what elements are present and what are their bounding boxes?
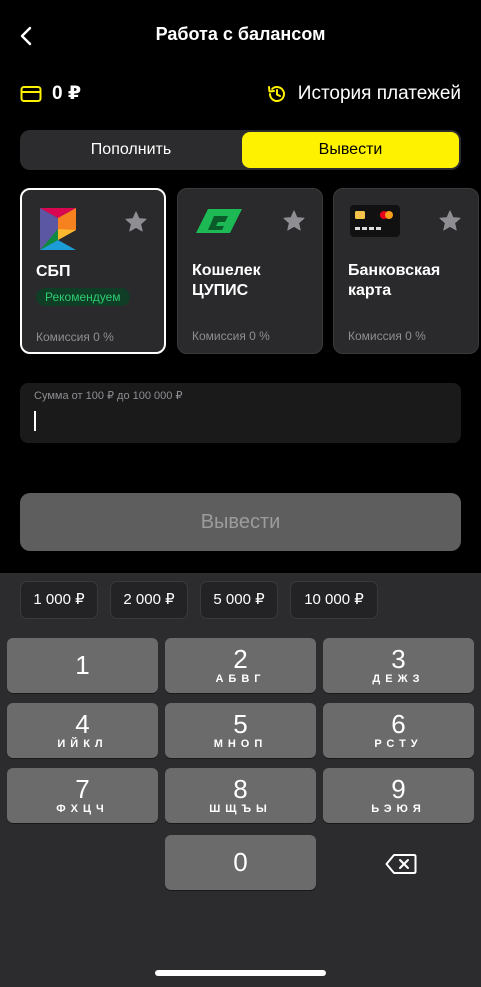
backspace-key[interactable] [372, 849, 430, 879]
favorite-star-icon[interactable] [124, 210, 148, 234]
key-letters: АБВГ [215, 673, 266, 685]
operation-tabs: Пополнить Вывести [20, 130, 461, 170]
key-digit: 1 [75, 650, 90, 680]
key-digit: 0 [233, 847, 248, 877]
key-letters: ИЙКЛ [57, 738, 108, 750]
key-5[interactable]: 5 МНОП [165, 703, 316, 758]
key-6[interactable]: 6 РСТУ [323, 703, 474, 758]
quick-amount-2000[interactable]: 2 000 ₽ [110, 581, 188, 619]
key-digit: 6 [391, 709, 406, 739]
key-0[interactable]: 0 [165, 835, 316, 890]
favorite-star-icon[interactable] [282, 209, 306, 233]
method-name: Кошелек ЦУПИС [192, 262, 261, 299]
key-letters: ФХЦЧ [56, 803, 109, 815]
method-card-cupis[interactable]: Кошелек ЦУПИС Комиссия 0 % [177, 188, 323, 354]
key-8[interactable]: 8 ШЩЪЫ [165, 768, 316, 823]
recommended-badge: Рекомендуем [36, 288, 130, 306]
key-4[interactable]: 4 ИЙКЛ [7, 703, 158, 758]
favorite-star-icon[interactable] [438, 209, 462, 233]
method-fee: Комиссия 0 % [192, 329, 270, 343]
cupis-logo-icon [196, 209, 242, 233]
quick-amount-1000[interactable]: 1 000 ₽ [20, 581, 98, 619]
key-digit: 2 [233, 644, 248, 674]
tab-deposit[interactable]: Пополнить [22, 132, 240, 168]
key-digit: 4 [75, 709, 90, 739]
key-9[interactable]: 9 ЬЭЮЯ [323, 768, 474, 823]
sbp-logo-icon [40, 208, 76, 250]
quick-amount-5000[interactable]: 5 000 ₽ [200, 581, 278, 619]
key-letters: ЬЭЮЯ [371, 803, 426, 815]
backspace-icon [385, 854, 417, 874]
payment-history-link[interactable]: История платежей [266, 83, 461, 105]
method-name: СБП [36, 263, 71, 280]
key-letters: РСТУ [374, 738, 423, 750]
wallet-card-icon [20, 85, 42, 102]
key-digit: 7 [75, 774, 90, 804]
method-fee: Комиссия 0 % [36, 330, 114, 344]
method-fee: Комиссия 0 % [348, 329, 426, 343]
tab-withdraw[interactable]: Вывести [242, 132, 459, 168]
method-card-bank-card[interactable]: Банковская карта Комиссия 0 % [333, 188, 479, 354]
key-3[interactable]: 3 ДЕЖЗ [323, 638, 474, 693]
amount-input[interactable] [34, 407, 438, 437]
key-letters: ШЩЪЫ [209, 803, 272, 815]
key-digit: 9 [391, 774, 406, 804]
key-digit: 3 [391, 644, 406, 674]
method-name: Банковская карта [348, 262, 441, 299]
key-1[interactable]: 1 [7, 638, 158, 693]
quick-amount-10000[interactable]: 10 000 ₽ [290, 581, 378, 619]
key-letters: ДЕЖЗ [372, 673, 425, 685]
amount-field-label: Сумма от 100 ₽ до 100 000 ₽ [34, 390, 183, 402]
bank-card-icon [350, 205, 400, 237]
key-2[interactable]: 2 АБВГ [165, 638, 316, 693]
balance-amount: 0 ₽ [52, 83, 82, 104]
numeric-keyboard: 1 000 ₽ 2 000 ₽ 5 000 ₽ 10 000 ₽ 1 2 АБВГ… [0, 573, 481, 987]
key-digit: 5 [233, 709, 248, 739]
method-card-sbp[interactable]: СБП Рекомендуем Комиссия 0 % [20, 188, 166, 354]
key-letters: МНОП [213, 738, 268, 750]
payment-history-label: История платежей [297, 83, 461, 104]
key-7[interactable]: 7 ФХЦЧ [7, 768, 158, 823]
history-clock-icon [267, 86, 285, 102]
page-title: Работа с балансом [155, 24, 326, 44]
amount-field: Сумма от 100 ₽ до 100 000 ₽ [20, 383, 461, 443]
home-indicator[interactable] [155, 970, 326, 976]
balance: 0 ₽ [20, 82, 81, 105]
withdraw-button[interactable]: Вывести [20, 493, 461, 551]
key-digit: 8 [233, 774, 248, 804]
